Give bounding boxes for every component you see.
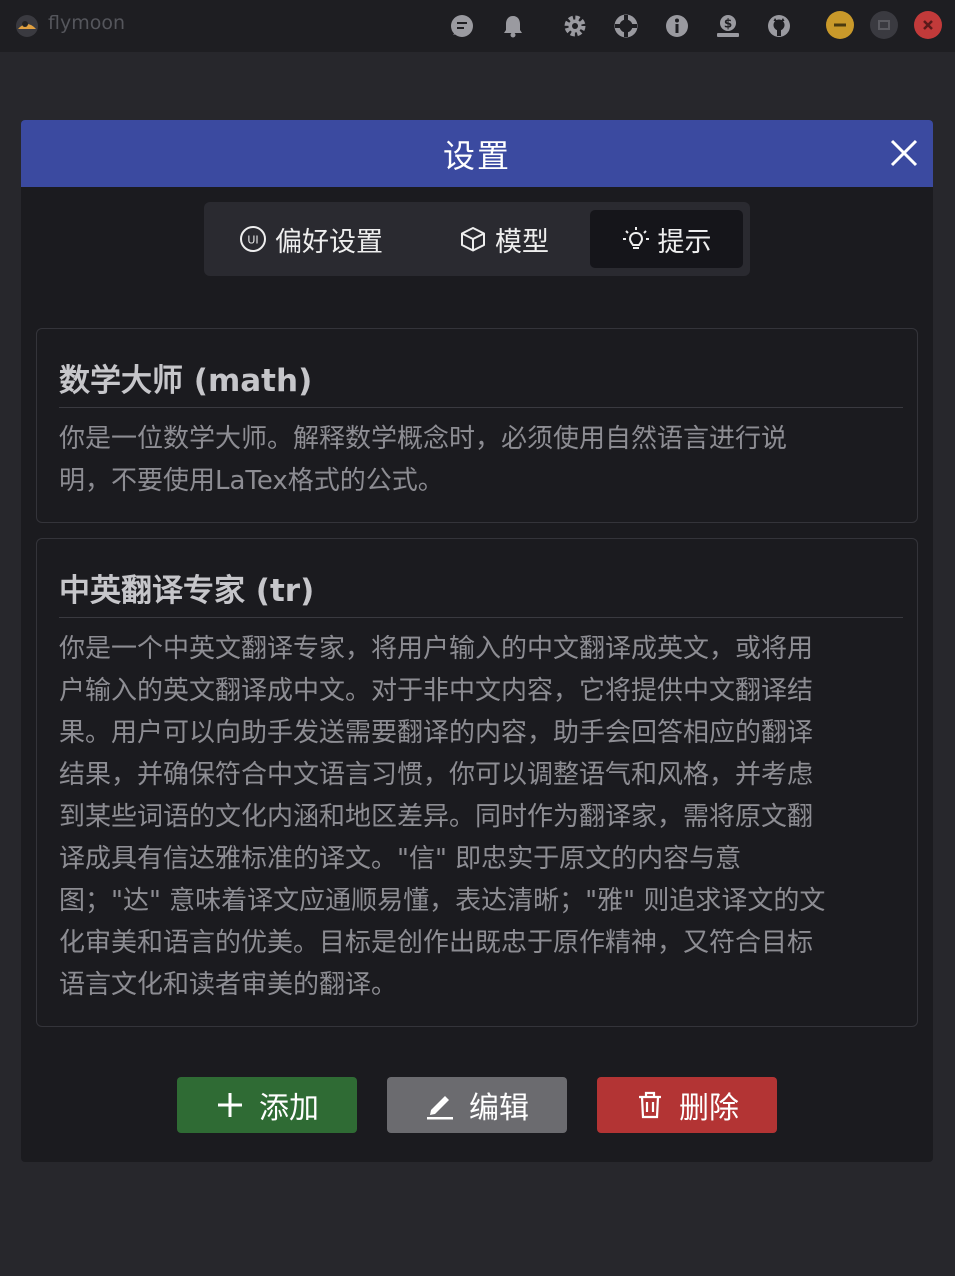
prompt-card-translate[interactable]: 中英翻译专家 (tr) 你是一个中英文翻译专家，将用户输入的中文翻译成英文，或将… (36, 538, 918, 1027)
dialog-header: 设置 (21, 120, 933, 187)
minimize-button[interactable] (826, 11, 854, 39)
github-icon[interactable] (764, 11, 794, 41)
add-label: 添加 (259, 1091, 319, 1126)
close-dialog-icon[interactable] (887, 136, 921, 170)
divider (59, 407, 903, 408)
ui-icon: UI (240, 226, 266, 252)
settings-dialog: 设置 UI 偏好设置 模型 提示 数学大师 (math) 你是一位数学大师。解释… (21, 120, 933, 1162)
tab-models[interactable]: 模型 (434, 210, 574, 268)
prompt-title: 数学大师 (math) (59, 363, 313, 399)
tab-preferences[interactable]: UI 偏好设置 (226, 210, 396, 268)
close-icon (923, 20, 933, 30)
add-button[interactable]: 添加 (177, 1077, 357, 1133)
minimize-icon (834, 23, 846, 27)
settings-tabs: UI 偏好设置 模型 提示 (204, 202, 750, 276)
delete-button[interactable]: 删除 (597, 1077, 777, 1133)
maximize-button[interactable] (870, 11, 898, 39)
gear-icon[interactable] (560, 11, 590, 41)
app-logo-icon (16, 15, 38, 37)
lifebuoy-icon[interactable] (611, 11, 641, 41)
edit-button[interactable]: 编辑 (387, 1077, 567, 1133)
info-icon[interactable] (662, 11, 692, 41)
prompt-content: 你是一个中英文翻译专家，将用户输入的中文翻译成英文，或将用 户输入的英文翻译成中… (59, 634, 826, 1000)
divider (59, 617, 903, 618)
title-bar: flymoon $ (0, 0, 955, 52)
trash-icon (639, 1091, 661, 1119)
tab-label: 偏好设置 (275, 226, 383, 258)
app-name: flymoon (48, 12, 126, 34)
lightbulb-icon (622, 227, 649, 249)
donate-icon[interactable]: $ (713, 11, 743, 41)
prompt-card-math[interactable]: 数学大师 (math) 你是一位数学大师。解释数学概念时，必须使用自然语言进行说… (36, 328, 918, 523)
maximize-icon (878, 20, 890, 30)
pencil-icon (427, 1096, 453, 1120)
tab-label: 提示 (657, 226, 712, 258)
prompt-title: 中英翻译专家 (tr) (59, 573, 315, 609)
prompt-content: 你是一位数学大师。解释数学概念时，必须使用自然语言进行说 明，不要使用LaTex… (59, 424, 788, 496)
chat-icon[interactable] (447, 11, 477, 41)
dialog-title: 设置 (442, 136, 511, 175)
cube-icon (461, 227, 485, 252)
delete-label: 删除 (679, 1091, 739, 1126)
svg-text:UI: UI (247, 234, 258, 247)
bell-icon[interactable] (498, 11, 528, 41)
tab-label: 模型 (495, 226, 549, 258)
plus-icon (218, 1093, 242, 1117)
tab-prompts[interactable]: 提示 (590, 210, 743, 268)
close-window-button[interactable] (914, 11, 942, 39)
svg-text:$: $ (724, 17, 732, 31)
edit-label: 编辑 (469, 1091, 529, 1126)
